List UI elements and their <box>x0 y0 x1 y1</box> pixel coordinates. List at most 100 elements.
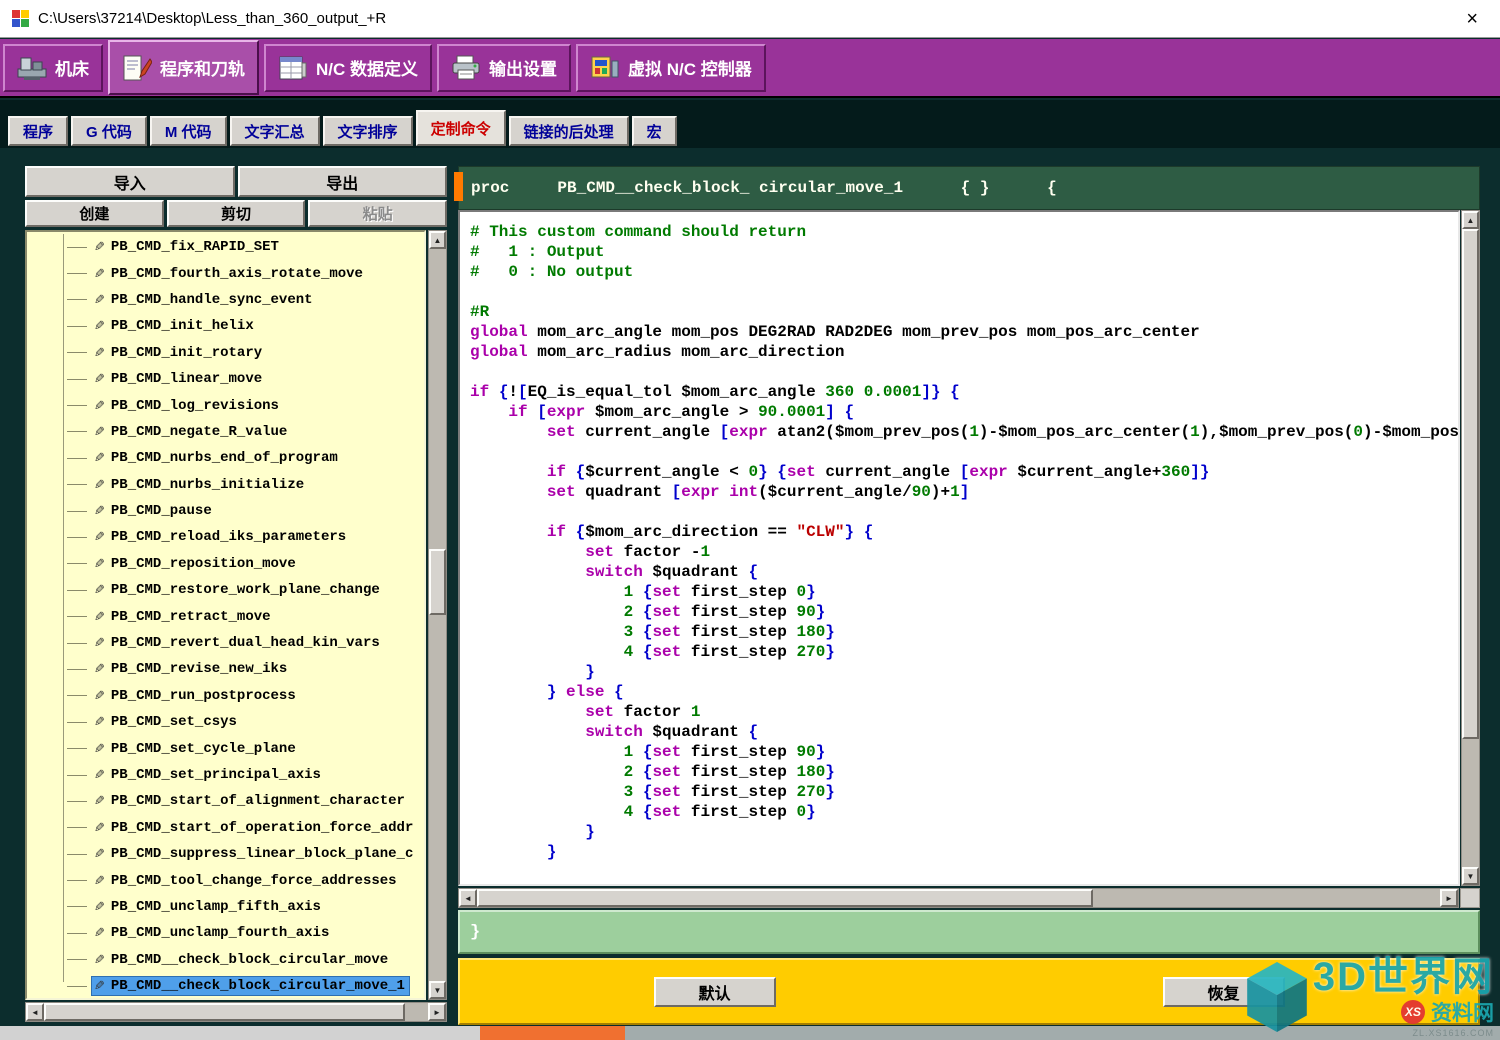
action-bar: 默认 恢复 <box>458 958 1480 1025</box>
tree-item[interactable]: ✎PB_CMD_revert_dual_head_kin_vars <box>27 630 424 656</box>
tree-branch-line <box>67 511 87 512</box>
custom-command-icon: ✎ <box>94 450 105 466</box>
import-button[interactable]: 导入 <box>25 166 235 197</box>
tree-item[interactable]: ✎PB_CMD_init_rotary <box>27 340 424 366</box>
custom-command-icon: ✎ <box>94 529 105 545</box>
tree-item[interactable]: ✎PB_CMD_revise_new_iks <box>27 656 424 682</box>
custom-command-icon: ✎ <box>94 609 105 625</box>
sub-tab-word-sequencing[interactable]: 文字排序 <box>323 116 413 146</box>
editor-horizontal-scrollbar[interactable]: ◄ ► <box>458 888 1459 908</box>
tree-item[interactable]: ✎PB_CMD_negate_R_value <box>27 419 424 445</box>
tree-branch-line <box>67 484 87 485</box>
create-button[interactable]: 创建 <box>25 200 164 227</box>
tree-scroll-thumb[interactable] <box>429 549 446 615</box>
tree-item[interactable]: ✎PB_CMD_start_of_alignment_character <box>27 788 424 814</box>
main-tab-bar: 机床 程序和刀轨 N/C 数据定义 输出设置 虚拟 N/C 控制器 <box>0 39 1500 98</box>
tree-item[interactable]: ✎PB_CMD_nurbs_initialize <box>27 472 424 498</box>
tree-item[interactable]: ✎PB_CMD_reposition_move <box>27 551 424 577</box>
tree-hscroll-track[interactable] <box>44 1003 428 1021</box>
tree-item[interactable]: ✎PB_CMD_restore_work_plane_change <box>27 577 424 603</box>
tree-item-label: PB_CMD_unclamp_fifth_axis <box>111 899 321 915</box>
sub-tab-program[interactable]: 程序 <box>8 116 68 146</box>
tree-branch-line <box>67 722 87 723</box>
tree-item[interactable]: ✎PB_CMD__check_block_circular_move <box>27 947 424 973</box>
editor-scroll-down-arrow[interactable]: ▼ <box>1462 867 1479 885</box>
nc-data-definition-icon <box>278 55 308 81</box>
tree-scroll-down-arrow[interactable]: ▼ <box>429 981 446 999</box>
tree-item[interactable]: ✎PB_CMD_set_principal_axis <box>27 762 424 788</box>
tree-scroll-right-arrow[interactable]: ► <box>428 1003 446 1021</box>
command-tree[interactable]: ✎PB_CMD_fix_RAPID_SET✎PB_CMD_fourth_axis… <box>25 230 426 1000</box>
editor-vertical-scrollbar[interactable]: ▲ ▼ <box>1461 210 1480 886</box>
code-line: if {$current_angle < 0} {set current_ang… <box>470 462 1458 482</box>
tree-item[interactable]: ✎PB_CMD_handle_sync_event <box>27 287 424 313</box>
sub-tab-custom-command[interactable]: 定制命令 <box>416 110 506 146</box>
tree-item-label: PB_CMD_pause <box>111 503 212 519</box>
tree-item[interactable]: ✎PB_CMD_suppress_linear_block_plane_c <box>27 841 424 867</box>
tree-item[interactable]: ✎PB_CMD_log_revisions <box>27 392 424 418</box>
tree-branch-line <box>67 405 87 406</box>
sub-tab-word-summary[interactable]: 文字汇总 <box>230 116 320 146</box>
sub-tab-bar: 程序 G 代码 M 代码 文字汇总 文字排序 定制命令 链接的后处理 宏 <box>0 100 1500 148</box>
default-button[interactable]: 默认 <box>654 977 776 1007</box>
close-button[interactable]: × <box>1456 9 1488 29</box>
sub-tab-macro[interactable]: 宏 <box>632 116 677 146</box>
sub-tab-linked-post[interactable]: 链接的后处理 <box>509 116 629 146</box>
tree-item[interactable]: ✎PB_CMD_fourth_axis_rotate_move <box>27 260 424 286</box>
tree-item-label: PB_CMD_tool_change_force_addresses <box>111 873 397 889</box>
tree-branch-line <box>67 247 87 248</box>
custom-command-icon: ✎ <box>94 635 105 651</box>
custom-command-icon: ✎ <box>94 741 105 757</box>
main-tab-virtual-nc-controller[interactable]: 虚拟 N/C 控制器 <box>576 44 766 92</box>
tree-item[interactable]: ✎PB_CMD_run_postprocess <box>27 683 424 709</box>
sub-tab-label: 链接的后处理 <box>524 121 614 142</box>
custom-command-icon: ✎ <box>94 239 105 255</box>
tree-item[interactable]: ✎PB_CMD_linear_move <box>27 366 424 392</box>
tree-item[interactable]: ✎PB_CMD__check_block_circular_move_1 <box>27 973 424 999</box>
tree-vertical-scrollbar[interactable]: ▲ ▼ <box>428 230 447 1000</box>
tree-scroll-track[interactable] <box>429 249 446 981</box>
tree-item[interactable]: ✎PB_CMD_set_csys <box>27 709 424 735</box>
main-tab-output-settings[interactable]: 输出设置 <box>437 44 571 92</box>
tree-item[interactable]: ✎ PB_CMD_reload_iks_parameters <box>27 524 424 550</box>
tree-item[interactable]: ✎PB_CMD_start_of_operation_force_addr <box>27 815 424 841</box>
tree-branch-line <box>67 695 87 696</box>
tree-item[interactable]: ✎PB_CMD_unclamp_fourth_axis <box>27 920 424 946</box>
editor-hscroll-thumb[interactable] <box>477 889 1093 907</box>
tree-scroll-left-arrow[interactable]: ◄ <box>26 1003 44 1021</box>
code-editor[interactable]: # This custom command should return# 1 :… <box>458 210 1460 886</box>
tree-horizontal-scrollbar[interactable]: ◄ ► <box>25 1002 447 1022</box>
editor-scroll-left-arrow[interactable]: ◄ <box>459 889 477 907</box>
tree-item[interactable]: ✎PB_CMD_unclamp_fifth_axis <box>27 894 424 920</box>
restore-button[interactable]: 恢复 <box>1163 977 1285 1007</box>
tree-item[interactable]: ✎PB_CMD_set_cycle_plane <box>27 735 424 761</box>
tree-hscroll-thumb[interactable] <box>44 1003 405 1021</box>
tree-item-label: PB_CMD_init_helix <box>111 318 254 334</box>
sub-tab-g-code[interactable]: G 代码 <box>71 116 147 146</box>
editor-scroll-thumb[interactable] <box>1462 229 1479 739</box>
code-line: if [expr $mom_arc_angle > 90.0001] { <box>470 402 1458 422</box>
tree-scroll-up-arrow[interactable]: ▲ <box>429 231 446 249</box>
main-tab-machine-tool[interactable]: 机床 <box>3 44 103 92</box>
cut-button[interactable]: 剪切 <box>167 200 306 227</box>
tree-item[interactable]: ✎PB_CMD_init_helix <box>27 313 424 339</box>
export-button[interactable]: 导出 <box>238 166 448 197</box>
main-tab-program-toolpath[interactable]: 程序和刀轨 <box>108 40 259 95</box>
editor-scroll-right-arrow[interactable]: ► <box>1440 889 1458 907</box>
scrollbar-corner <box>1460 888 1480 908</box>
main-tab-label: 程序和刀轨 <box>160 55 245 80</box>
tree-item[interactable]: ✎PB_CMD_fix_RAPID_SET <box>27 234 424 260</box>
tree-item[interactable]: ✎PB_CMD_pause <box>27 498 424 524</box>
code-line: 3 {set first_step 180} <box>470 622 1458 642</box>
code-line: 4 {set first_step 0} <box>470 802 1458 822</box>
editor-scroll-track[interactable] <box>1462 229 1479 867</box>
tree-item-label: PB_CMD_reload_iks_parameters <box>111 529 346 545</box>
tree-item[interactable]: ✎PB_CMD_nurbs_end_of_program <box>27 445 424 471</box>
main-tab-nc-data-definition[interactable]: N/C 数据定义 <box>264 44 432 92</box>
tree-item[interactable]: ✎PB_CMD_retract_move <box>27 603 424 629</box>
sub-tab-m-code[interactable]: M 代码 <box>150 116 227 146</box>
tree-branch-line <box>67 590 87 591</box>
editor-scroll-up-arrow[interactable]: ▲ <box>1462 211 1479 229</box>
editor-hscroll-track[interactable] <box>477 889 1440 907</box>
tree-item[interactable]: ✎PB_CMD_tool_change_force_addresses <box>27 867 424 893</box>
